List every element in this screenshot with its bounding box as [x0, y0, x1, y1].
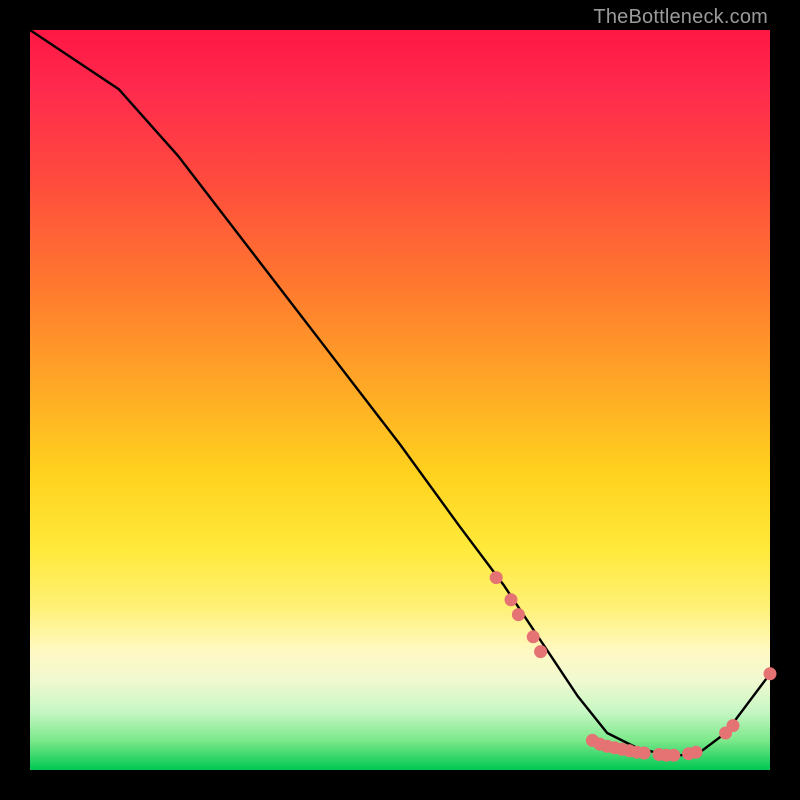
- marker-group: [490, 571, 777, 762]
- data-marker: [638, 747, 651, 760]
- curve-layer: [30, 30, 770, 770]
- data-marker: [512, 608, 525, 621]
- plot-area: [30, 30, 770, 770]
- data-marker: [727, 719, 740, 732]
- data-marker: [690, 746, 703, 759]
- data-marker: [667, 749, 680, 762]
- data-marker: [764, 667, 777, 680]
- chart-frame: TheBottleneck.com: [0, 0, 800, 800]
- data-marker: [490, 571, 503, 584]
- data-marker: [534, 645, 547, 658]
- data-marker: [505, 593, 518, 606]
- watermark-text: TheBottleneck.com: [593, 6, 768, 29]
- data-marker: [527, 630, 540, 643]
- bottleneck-curve-path: [30, 30, 770, 755]
